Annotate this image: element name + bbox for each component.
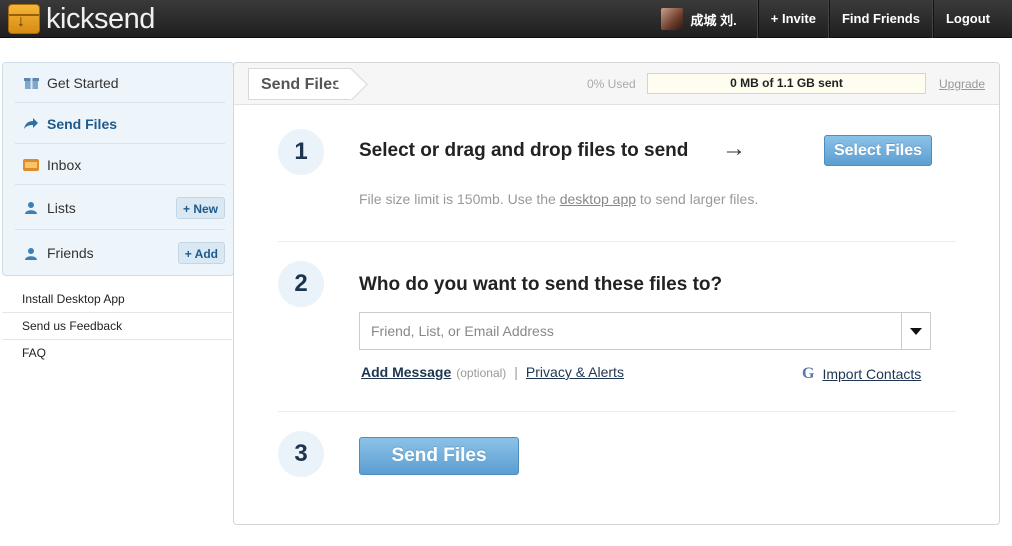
top-bar: ↓ kicksend 成城 刘. + Invite Find Friends L… [0,0,1012,38]
hint-text: to send larger files. [636,191,759,207]
add-message-link[interactable]: Add Message [361,364,451,380]
sidebar-item-label: Lists [47,199,76,216]
logo[interactable]: ↓ kicksend [8,2,155,36]
sidebar-item-inbox[interactable]: Inbox [15,145,225,185]
divider [278,241,956,242]
new-list-button[interactable]: + New [175,197,225,219]
sidebar-item-lists[interactable]: Lists + New [15,186,225,230]
step-3-number: 3 [278,431,324,477]
sidebar-item-get-started[interactable]: Get Started [15,63,225,103]
user-name: 成城 刘. [690,12,737,28]
optional-label: (optional) [456,366,507,380]
file-size-hint: File size limit is 150mb. Use the deskto… [359,191,758,207]
send-files-button[interactable]: Send Files [359,437,519,475]
faq-link[interactable]: FAQ [2,340,232,367]
recipient-input[interactable] [360,313,900,349]
recipient-field [359,312,931,350]
step-2-title: Who do you want to send these files to? [359,274,723,295]
sidebar-item-friends[interactable]: Friends + Add [15,231,225,275]
person-icon [23,200,39,216]
panel-header: Send Files 0% Used 0 MB of 1.1 GB sent U… [234,63,999,105]
box-icon: ↓ [8,4,40,34]
logo-text: kicksend [46,2,155,35]
add-friend-button[interactable]: + Add [177,242,225,264]
step-2-number: 2 [278,261,324,307]
user-menu[interactable]: 成城 刘. [660,0,758,38]
sidebar-item-label: Friends [47,245,94,261]
step-1-number: 1 [278,129,324,175]
send-feedback-link[interactable]: Send us Feedback [2,313,232,340]
sidebar-item-label: Get Started [47,74,119,91]
inbox-icon [23,157,39,173]
avatar [660,8,683,30]
usage-bar: 0 MB of 1.1 GB sent [647,73,926,94]
gift-icon [23,75,39,91]
message-options: Add Message (optional) | Privacy & Alerts [361,364,624,380]
send-files-panel: Send Files 0% Used 0 MB of 1.1 GB sent U… [233,62,1000,525]
top-nav: 成城 刘. + Invite Find Friends Logout [660,0,1012,38]
send-arrow-icon [23,116,39,132]
desktop-app-link[interactable]: desktop app [560,191,636,207]
logout-link[interactable]: Logout [932,0,1012,38]
invite-link[interactable]: + Invite [757,0,829,38]
arrow-right-icon: → [722,135,746,162]
select-files-button[interactable]: Select Files [824,135,932,166]
sidebar: Get Started Send Files Inbox Lists + New… [2,62,234,276]
tab-send-files[interactable]: Send Files [248,68,352,100]
upgrade-link[interactable]: Upgrade [939,77,985,91]
find-friends-link[interactable]: Find Friends [828,0,933,38]
privacy-alerts-link[interactable]: Privacy & Alerts [526,364,624,380]
import-contacts-link[interactable]: Import Contacts [822,366,921,382]
sidebar-item-send-files[interactable]: Send Files [15,104,225,144]
sidebar-item-label: Send Files [47,115,118,132]
hint-text: File size limit is 150mb. Use the [359,191,560,207]
import-contacts[interactable]: G Import Contacts [802,365,921,383]
step-1-title: Select or drag and drop files to send [359,140,689,161]
separator: | [514,364,518,380]
sidebar-links: Install Desktop App Send us Feedback FAQ [2,286,232,367]
person-icon [23,245,39,261]
chevron-down-icon[interactable] [901,313,930,349]
sidebar-item-label: Inbox [47,156,82,173]
google-icon: G [802,365,815,382]
usage-percent: 0% Used [587,77,636,91]
install-desktop-app-link[interactable]: Install Desktop App [2,286,232,313]
divider [278,411,956,412]
